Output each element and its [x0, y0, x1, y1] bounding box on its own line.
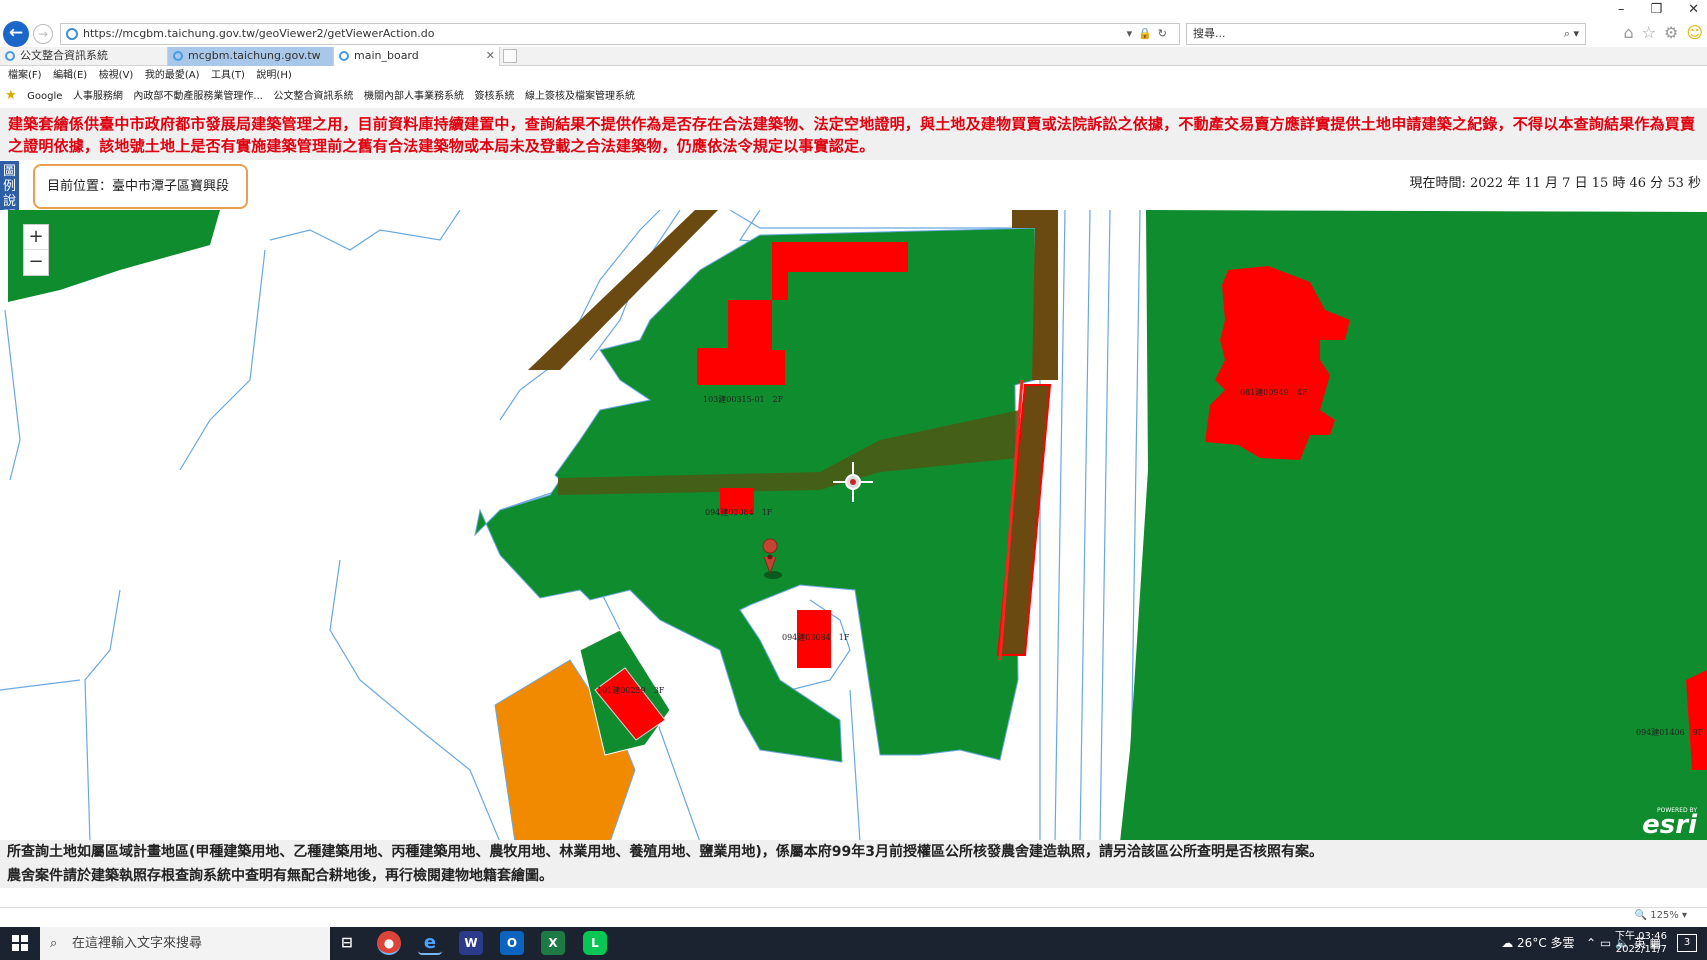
building-label: 103建00315-01 2F — [703, 394, 784, 404]
taskbar-search[interactable]: ⌕ 在這裡輸入文字來搜尋 — [40, 927, 330, 960]
note-regional-plan: 所查詢土地如屬區域計畫地區(甲種建築用地、乙種建築用地、丙種建築用地、農牧用地、… — [0, 840, 1707, 864]
search-placeholder: 搜尋... — [1193, 27, 1226, 40]
ie-tab-icon — [5, 51, 15, 61]
forward-arrow-icon: → — [37, 27, 49, 41]
fav-signoff[interactable]: 簽核系統 — [474, 87, 514, 107]
word-icon[interactable]: W — [459, 931, 483, 955]
ie-icon[interactable]: e — [418, 931, 442, 955]
map-canvas[interactable]: 103建00315-01 2F 081建00949 4F 094建03084 1… — [0, 210, 1707, 842]
status-bar: 🔍 125% ▾ — [0, 907, 1707, 927]
notification-center-button[interactable]: 3 — [1677, 934, 1697, 952]
building-label: 094建03084 1F — [782, 632, 850, 642]
tab-label: main_board — [354, 49, 419, 62]
url-field[interactable]: https://mcgbm.taichung.gov.tw/geoViewer2… — [60, 23, 1180, 45]
forward-button[interactable]: → — [33, 24, 53, 44]
menu-tools[interactable]: 工具(T) — [211, 66, 245, 86]
zone-green-east — [1120, 210, 1707, 842]
browser-tool-icons: ⌂ ☆ ⚙ ☺ — [1623, 23, 1703, 42]
title-bar: – ❐ ✕ — [0, 0, 1707, 22]
menu-bar: 檔案(F) 編輯(E) 檢視(V) 我的最愛(A) 工具(T) 說明(H) — [0, 66, 1707, 86]
tray-chevron-icon[interactable]: ⌃ — [1586, 936, 1596, 950]
menu-help[interactable]: 說明(H) — [256, 66, 291, 86]
disclaimer-text: 建築套繪係供臺中市政府都市發展局建築管理之用，目前資料庫持續建置中，查詢結果不提… — [0, 108, 1707, 160]
fav-internal-hr[interactable]: 機關內部人事業務系統 — [364, 87, 464, 107]
taskbar-clock[interactable]: 下午 03:46 2022/11/7 — [1615, 930, 1667, 956]
zoom-level-value: 125% — [1650, 910, 1679, 921]
smiley-icon[interactable]: ☺ — [1686, 23, 1703, 42]
outlook-icon[interactable]: O — [500, 931, 524, 955]
close-icon[interactable]: ✕ — [1688, 2, 1699, 17]
favorites-star-icon[interactable]: ☆ — [1642, 23, 1656, 42]
back-arrow-icon: ← — [8, 23, 24, 43]
clock-date: 2022/11/7 — [1615, 944, 1667, 955]
new-tab-button[interactable] — [503, 49, 517, 63]
menu-edit[interactable]: 編輯(E) — [53, 66, 87, 86]
note-farmhouse: 農舍案件請於建築執照存根查詢系統中查明有無配合耕地後，再行檢閱建物地籍套繪圖。 — [0, 864, 1707, 888]
url-text: https://mcgbm.taichung.gov.tw/geoViewer2… — [83, 27, 435, 40]
windows-start-button[interactable] — [12, 935, 28, 951]
ie-tab-icon — [339, 51, 349, 61]
zoom-out-button[interactable]: − — [24, 250, 48, 275]
fav-online-signoff[interactable]: 線上簽核及檔案管理系統 — [525, 87, 635, 107]
tab-mcgbm[interactable]: mcgbm.taichung.gov.tw — [168, 47, 334, 66]
esri-logo: esri — [1642, 810, 1697, 840]
map-view[interactable]: 103建00315-01 2F 081建00949 4F 094建03084 1… — [0, 210, 1707, 842]
line-icon[interactable]: L — [583, 931, 607, 955]
menu-favorites[interactable]: 我的最愛(A) — [145, 66, 200, 86]
window-controls: – ❐ ✕ — [1618, 2, 1699, 17]
current-location: 目前位置：臺中市潭子區寶興段 — [33, 164, 248, 209]
cloud-icon: ☁ — [1501, 936, 1514, 950]
browser-search-field[interactable]: 搜尋... ⌕ ▾ — [1186, 23, 1586, 45]
ie-tab-icon — [173, 51, 183, 61]
lock-refresh-icons[interactable]: ▾🔒↻ — [1127, 24, 1173, 44]
favorites-bar: ★ Google 人事服務網 內政部不動產服務業管理作... 公文整合資訊系統 … — [0, 86, 1707, 106]
menu-view[interactable]: 檢視(V) — [99, 66, 134, 86]
building-label: 094建03084 1F — [705, 507, 773, 517]
gear-icon[interactable]: ⚙ — [1664, 23, 1678, 42]
current-time: 現在時間: 2022 年 11 月 7 日 15 時 46 分 53 秒 — [1409, 176, 1702, 191]
zoom-in-button[interactable]: + — [24, 225, 48, 250]
tab-close-icon[interactable]: ✕ — [486, 47, 495, 65]
fav-google[interactable]: Google — [27, 87, 62, 107]
search-icon: ⌕ — [50, 936, 58, 951]
search-icon[interactable]: ⌕ ▾ — [1564, 24, 1579, 44]
home-icon[interactable]: ⌂ — [1623, 23, 1633, 42]
building-label: 101建00259 3F — [597, 685, 665, 695]
chrome-icon[interactable]: ● — [377, 931, 401, 955]
address-bar: ← → https://mcgbm.taichung.gov.tw/geoVie… — [0, 20, 1707, 48]
menu-file[interactable]: 檔案(F) — [8, 66, 42, 86]
back-button[interactable]: ← — [3, 21, 29, 47]
taskbar: ⌕ 在這裡輸入文字來搜尋 ⊟ ● e W O X L ☁ 26°C 多雲 ⌃ ▭… — [0, 927, 1707, 960]
restore-icon[interactable]: ❐ — [1650, 2, 1662, 17]
tab-main-board[interactable]: main_board ✕ — [334, 47, 500, 66]
fav-personnel[interactable]: 人事服務網 — [73, 87, 123, 107]
building-label: 094建01406 9F — [1636, 727, 1704, 737]
favorites-star-icon[interactable]: ★ — [5, 86, 17, 106]
excel-icon[interactable]: X — [541, 931, 565, 955]
tab-label: 公文整合資訊系統 — [20, 49, 108, 62]
zoom-level[interactable]: 🔍 125% ▾ — [1635, 910, 1687, 921]
ie-site-icon — [66, 28, 78, 40]
tab-label: mcgbm.taichung.gov.tw — [188, 49, 321, 62]
building-label: 081建00949 4F — [1240, 387, 1308, 397]
minimize-icon[interactable]: – — [1618, 2, 1625, 17]
task-view-icon[interactable]: ⊟ — [335, 931, 359, 955]
tab-gongwen[interactable]: 公文整合資訊系統 — [0, 47, 168, 66]
clock-time: 下午 03:46 — [1615, 931, 1667, 942]
tab-bar: 公文整合資訊系統 mcgbm.taichung.gov.tw main_boar… — [0, 47, 1707, 66]
taskbar-search-placeholder: 在這裡輸入文字來搜尋 — [72, 936, 203, 951]
fav-gongwen[interactable]: 公文整合資訊系統 — [273, 87, 353, 107]
fav-moi[interactable]: 內政部不動產服務業管理作... — [133, 87, 263, 107]
zoom-control: + − — [23, 224, 49, 276]
weather-text[interactable]: 26°C 多雲 — [1517, 936, 1574, 950]
esri-attribution[interactable]: POWERED BY esri — [1642, 807, 1697, 840]
network-icon[interactable]: ▭ — [1600, 936, 1611, 950]
